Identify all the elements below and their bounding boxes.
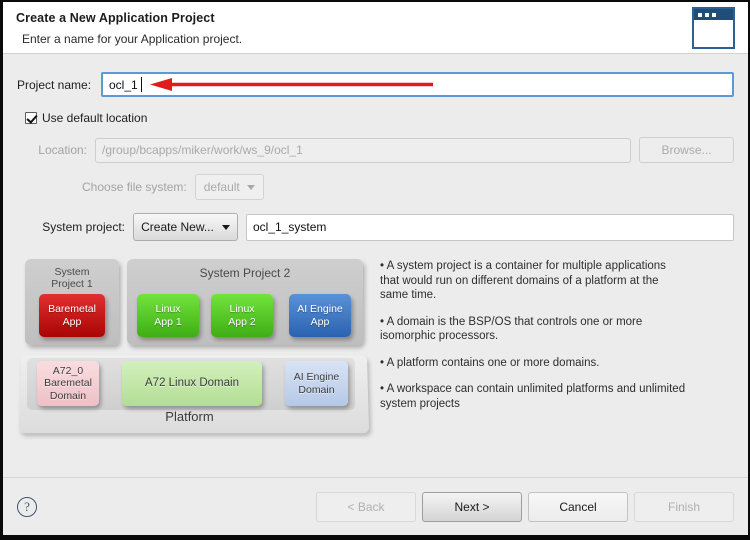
app-box-ai-engine: AI Engine App (289, 294, 351, 337)
system-project-label: System project: (42, 220, 125, 234)
system-project-combo-value: Create New... (141, 220, 214, 234)
system-project-1-title: System Project 1 (51, 266, 93, 290)
page-subtitle: Enter a name for your Application projec… (22, 32, 243, 46)
file-system-value: default (203, 180, 240, 194)
dialog-footer: ? < Back Next > Cancel Finish (3, 477, 748, 535)
file-system-dropdown: default (194, 174, 264, 200)
window-icon-dot (712, 12, 716, 17)
location-label: Location: (38, 143, 87, 157)
info-bullets: • A system project is a container for mu… (372, 257, 734, 423)
browse-button: Browse... (639, 137, 734, 163)
window-icon-titlebar (694, 9, 733, 20)
wizard-dialog: Create a New Application Project Enter a… (0, 0, 750, 540)
domain-box-baremetal: A72_0 Baremetal Domain (37, 361, 99, 406)
bullet-item: • A platform contains one or more domain… (380, 356, 600, 369)
location-input: /group/bcapps/miker/work/ws_9/ocl_1 (95, 137, 631, 163)
help-icon[interactable]: ? (17, 496, 37, 517)
chevron-down-icon (221, 224, 230, 230)
next-button[interactable]: Next > (422, 491, 522, 522)
dialog-body: Project name: Use default location Locat… (3, 54, 748, 477)
system-project-2-title: System Project 2 (199, 266, 291, 280)
dialog-header: Create a New Application Project Enter a… (3, 2, 748, 54)
text-caret (141, 77, 142, 92)
cancel-button[interactable]: Cancel (528, 491, 628, 522)
app-box-linux-1: Linux App 1 (137, 294, 199, 337)
back-button[interactable]: < Back (316, 491, 416, 522)
system-project-name-input[interactable] (246, 213, 734, 241)
location-row: Location: /group/bcapps/miker/work/ws_9/… (17, 137, 734, 163)
domain-box-a72-linux: A72 Linux Domain (122, 361, 262, 406)
domain-box-ai-engine: AI Engine Domain (285, 361, 348, 406)
platform-label: Platform (165, 409, 214, 424)
window-icon-dot (698, 12, 702, 17)
use-default-location-label: Use default location (42, 111, 148, 125)
system-project-dropdown[interactable]: Create New... (133, 213, 238, 241)
bullet-item: • A system project is a container for mu… (380, 260, 666, 301)
window-icon (692, 7, 735, 49)
chevron-down-icon (246, 184, 255, 190)
system-project-row: System project: Create New... (17, 213, 734, 241)
page-title: Create a New Application Project (16, 11, 215, 25)
project-name-label: Project name: (17, 77, 92, 92)
project-name-input[interactable] (101, 72, 734, 97)
bullet-item: • A domain is the BSP/OS that controls o… (380, 315, 643, 343)
illustration-section: System Project 1 System Project 2 Bareme… (17, 257, 734, 437)
app-box-linux-2: Linux App 2 (211, 294, 273, 337)
project-name-row: Project name: (17, 72, 734, 97)
finish-button[interactable]: Finish (634, 491, 734, 522)
use-default-location-checkbox[interactable] (25, 112, 37, 124)
use-default-location-row[interactable]: Use default location (25, 111, 734, 125)
file-system-label: Choose file system: (82, 180, 187, 194)
file-system-row: Choose file system: default (17, 174, 734, 200)
window-icon-dot (705, 12, 709, 17)
project-name-field-wrap (101, 72, 734, 97)
app-box-baremetal: Baremetal App (39, 294, 105, 337)
bullet-item: • A workspace can contain unlimited plat… (380, 383, 686, 410)
platform-diagram: System Project 1 System Project 2 Bareme… (17, 257, 372, 437)
